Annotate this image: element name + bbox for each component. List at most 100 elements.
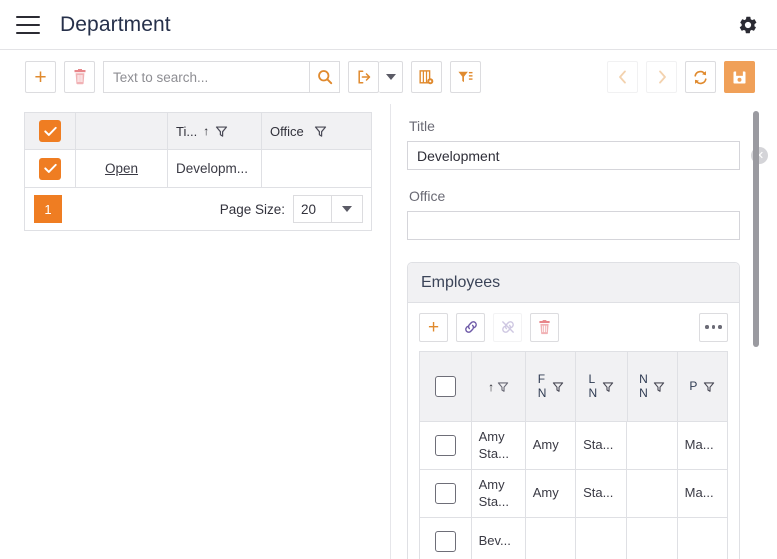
employees-header-firstname-label: FN xyxy=(537,372,547,400)
detail-scrollbar-thumb[interactable] xyxy=(753,111,759,347)
filter-list-icon xyxy=(458,71,473,83)
search-button[interactable] xyxy=(309,61,340,93)
list-item[interactable]: Bev... xyxy=(420,518,727,559)
open-link[interactable]: Open xyxy=(105,161,138,176)
employee-row-select-cell xyxy=(420,422,472,469)
employees-grid: ↑ FN LN NN P Amy Sta... Amy Sta... Ma...… xyxy=(419,351,728,559)
employee-lastname-cell xyxy=(576,518,628,559)
grid-header-title[interactable]: Ti... ↑ xyxy=(168,113,262,149)
employee-row-checkbox[interactable] xyxy=(434,531,456,552)
grid-select-all-cell xyxy=(25,113,76,149)
trash-icon xyxy=(539,319,550,334)
employees-header-name[interactable]: ↑ xyxy=(472,352,527,421)
gear-icon[interactable] xyxy=(735,12,761,38)
trash-icon xyxy=(74,69,85,85)
list-item[interactable]: Amy Sta... Amy Sta... Ma... xyxy=(420,422,727,470)
table-row[interactable]: Open Developm... xyxy=(25,150,371,188)
departments-grid: Ti... ↑ Office Open Developm... 1 Page S… xyxy=(24,112,372,231)
save-button[interactable] xyxy=(724,61,755,93)
employees-header-middlename-label: NN xyxy=(639,372,648,400)
app-root: Department + Text to search... Ti... ↑ O… xyxy=(0,0,777,559)
filter-icon xyxy=(704,381,715,392)
employees-header-position[interactable]: P xyxy=(678,352,727,421)
employees-grid-header: ↑ FN LN NN P xyxy=(420,352,727,422)
title-field[interactable] xyxy=(407,141,740,170)
employee-position-cell xyxy=(678,518,727,559)
office-field-label: Office xyxy=(409,188,446,204)
employees-header-lastname-label: LN xyxy=(588,372,598,400)
delete-button[interactable] xyxy=(64,61,95,93)
employees-select-all-checkbox[interactable] xyxy=(435,376,457,397)
page-title: Department xyxy=(60,12,171,36)
refresh-button[interactable] xyxy=(685,61,716,93)
row-office-cell xyxy=(262,150,371,187)
hamburger-icon[interactable] xyxy=(16,15,40,34)
employee-position-cell: Ma... xyxy=(684,485,714,501)
employees-more-button[interactable] xyxy=(699,312,728,342)
row-title-value: Developm... xyxy=(176,161,249,176)
grid-header-open xyxy=(76,113,168,149)
export-dropdown-button[interactable] xyxy=(379,61,403,93)
magnifier-icon xyxy=(317,70,332,85)
chevron-down-icon xyxy=(385,74,396,80)
export-split-button xyxy=(348,61,403,93)
filter-icon xyxy=(497,381,509,392)
grid-header-title-label: Ti... xyxy=(176,123,198,139)
filter-icon xyxy=(603,381,614,392)
sort-asc-icon[interactable]: ↑ xyxy=(488,381,494,393)
filter-icon xyxy=(653,381,665,392)
grid-header-office[interactable]: Office xyxy=(262,113,371,149)
employees-panel-title: Employees xyxy=(408,263,739,303)
employees-header-firstname[interactable]: FN xyxy=(526,352,577,421)
filter-icon xyxy=(216,125,228,137)
employee-middlename-cell xyxy=(627,518,678,559)
refresh-icon xyxy=(694,70,707,84)
previous-record-button[interactable] xyxy=(607,61,638,93)
column-settings-button[interactable] xyxy=(411,61,442,93)
next-record-button[interactable] xyxy=(646,61,677,93)
employee-name-cell: Amy Sta... xyxy=(472,422,526,469)
link-icon xyxy=(464,321,477,333)
select-all-checkbox[interactable] xyxy=(39,120,61,142)
detail-scrollbar[interactable] xyxy=(753,111,759,559)
search-box xyxy=(103,61,340,93)
page-size-value[interactable]: 20 xyxy=(293,195,331,223)
employees-unlink-button[interactable] xyxy=(493,312,522,342)
list-item[interactable]: Amy Sta... Amy Sta... Ma... xyxy=(420,470,727,518)
employee-row-checkbox[interactable] xyxy=(434,483,456,504)
employees-header-lastname[interactable]: LN xyxy=(576,352,628,421)
page-number-button[interactable]: 1 xyxy=(34,195,62,223)
title-field-label: Title xyxy=(409,118,435,134)
toolbar-right-group xyxy=(607,61,755,93)
employees-add-button[interactable]: + xyxy=(419,312,448,342)
filter-button[interactable] xyxy=(450,61,481,93)
sort-asc-icon[interactable]: ↑ xyxy=(203,125,209,137)
employee-firstname-cell xyxy=(526,518,577,559)
filter-icon xyxy=(552,381,563,392)
employees-link-button[interactable] xyxy=(456,312,485,342)
toolbar-left-group: + xyxy=(25,61,489,93)
office-field-group: Office xyxy=(407,188,777,240)
employees-header-position-label: P xyxy=(689,379,698,393)
employee-row-select-cell xyxy=(420,518,472,559)
plus-icon: + xyxy=(427,316,440,338)
employee-middlename-cell xyxy=(627,422,678,469)
employee-name-cell: Amy Sta... xyxy=(472,470,526,517)
employee-row-checkbox[interactable] xyxy=(434,435,456,456)
employees-delete-button[interactable] xyxy=(530,312,559,342)
save-icon xyxy=(733,71,746,83)
page-size-dropdown-button[interactable] xyxy=(331,195,363,223)
employees-header-middlename[interactable]: NN xyxy=(628,352,678,421)
search-input[interactable] xyxy=(103,61,309,93)
ellipsis-icon xyxy=(705,325,722,329)
employees-panel: Employees + ↑ FN LN NN P Amy Sta... Amy … xyxy=(407,262,740,559)
row-select-cell xyxy=(25,150,76,187)
row-checkbox[interactable] xyxy=(39,157,61,180)
export-button[interactable] xyxy=(348,61,379,93)
chevron-down-icon xyxy=(342,206,352,212)
office-field[interactable] xyxy=(407,211,740,240)
add-button[interactable]: + xyxy=(25,61,56,93)
detail-panel: Title ✕ Office Employees + xyxy=(390,104,777,559)
employee-name-cell: Bev... xyxy=(472,518,526,559)
grid-footer: 1 Page Size: 20 xyxy=(25,188,371,230)
